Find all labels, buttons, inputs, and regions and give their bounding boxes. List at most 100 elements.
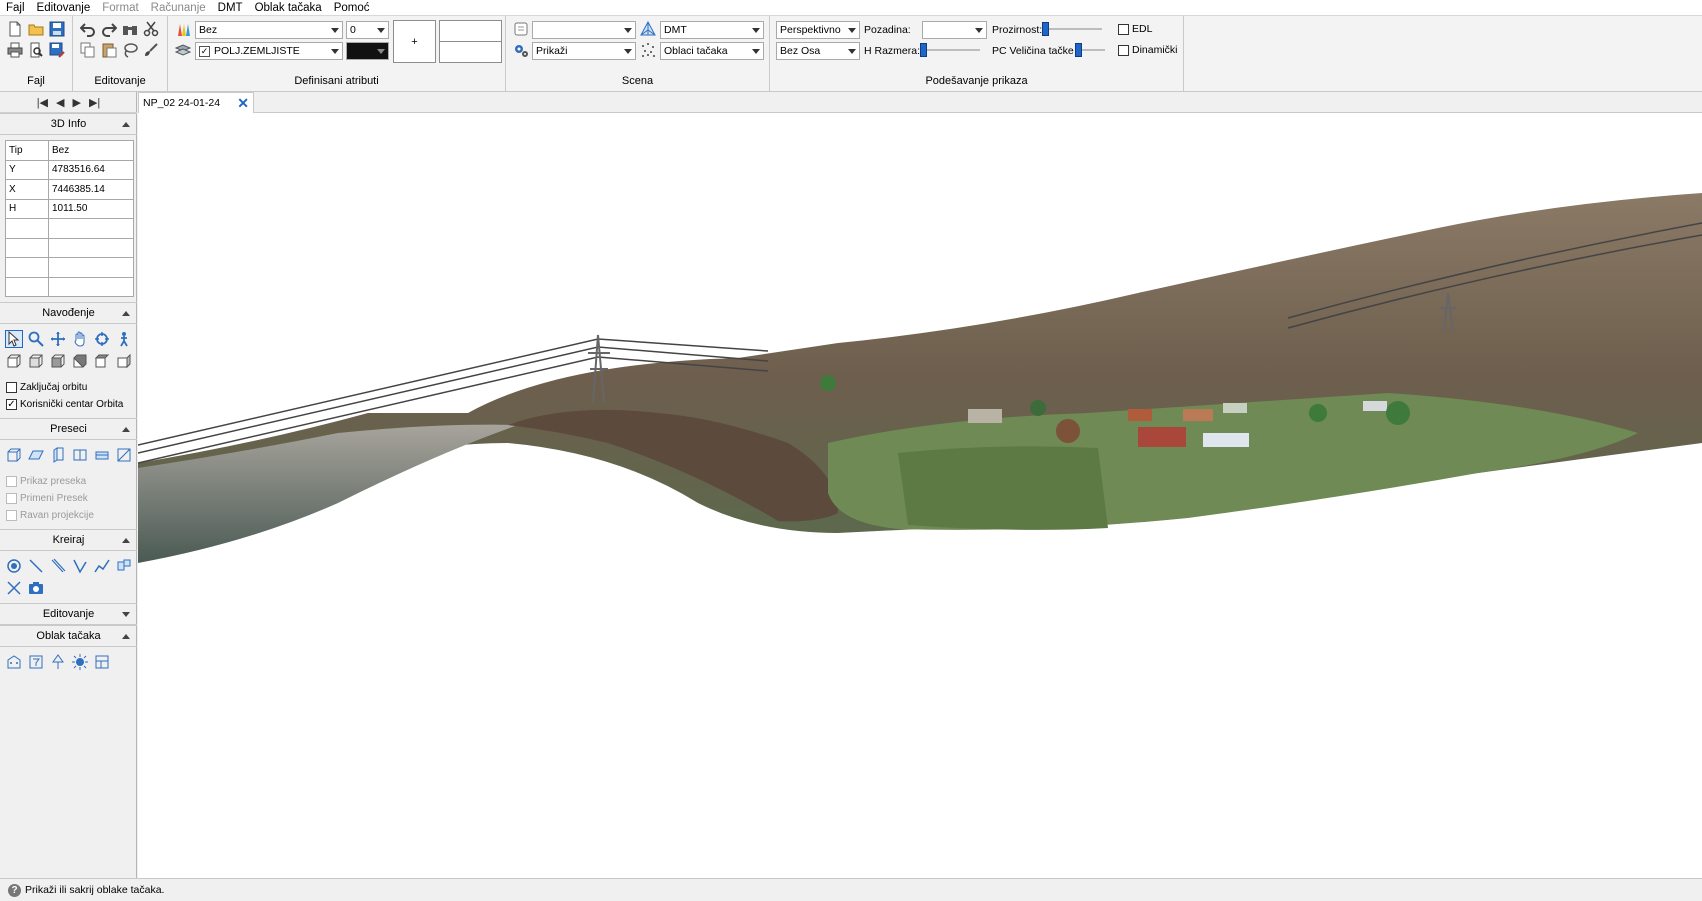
collapse-icon[interactable]	[122, 634, 130, 639]
prikazi-combo[interactable]: Prikaži	[532, 42, 636, 60]
cloud-filter-icon[interactable]	[27, 653, 45, 671]
pencils-icon[interactable]	[174, 20, 192, 38]
collapse-icon[interactable]	[122, 427, 130, 432]
section-oblak-tacaka-header[interactable]: Oblak tačaka	[0, 625, 137, 647]
view-front-icon[interactable]	[5, 352, 23, 370]
polyline-create-icon[interactable]	[93, 557, 111, 575]
number-combo[interactable]: 0	[346, 21, 389, 39]
print-preview-icon[interactable]	[27, 41, 45, 59]
view-back-icon[interactable]	[27, 352, 45, 370]
camera-icon[interactable]	[27, 579, 45, 597]
hand-icon[interactable]	[71, 330, 89, 348]
menu-item-oblak-tacaka[interactable]: Oblak tačaka	[255, 2, 322, 14]
cloud-sun-icon[interactable]	[71, 653, 89, 671]
apply-section-checkbox[interactable]: Primeni Presek	[6, 493, 88, 504]
next-record-icon[interactable]: ▶	[73, 96, 81, 109]
cloud-export-icon[interactable]	[93, 653, 111, 671]
last-record-icon[interactable]: ▶|	[89, 96, 100, 109]
select-pointer-icon[interactable]	[5, 330, 23, 348]
expand-icon[interactable]	[122, 612, 130, 617]
section-editovanje-header[interactable]: Editovanje	[0, 603, 137, 625]
collapse-icon[interactable]	[122, 311, 130, 316]
undo-icon[interactable]	[79, 20, 97, 38]
point-create-icon[interactable]	[5, 557, 23, 575]
section-clip-icon[interactable]	[115, 446, 133, 464]
h-scale-slider[interactable]	[920, 43, 980, 57]
menu-item-pomoc[interactable]: Pomoć	[334, 2, 370, 14]
layer-color-combo[interactable]	[346, 42, 389, 60]
layers-icon[interactable]	[174, 41, 192, 59]
close-icon[interactable]: ✕	[237, 95, 249, 112]
section-preseci-header[interactable]: Preseci	[0, 418, 137, 440]
pan-icon[interactable]	[49, 330, 67, 348]
projection-plane-checkbox[interactable]: Ravan projekcije	[6, 510, 94, 521]
menu-item-fajl[interactable]: Fajl	[6, 2, 25, 14]
dmt-pyramid-icon[interactable]	[639, 20, 657, 38]
menu-item-racunanje[interactable]: Računanje	[151, 2, 206, 14]
projection-combo[interactable]: Perspektivno	[776, 21, 860, 39]
dmt-combo[interactable]: DMT	[660, 21, 764, 39]
axes-combo[interactable]: Bez Osa	[776, 42, 860, 60]
background-combo[interactable]	[922, 21, 987, 39]
show-section-checkbox[interactable]: Prikaz preseka	[6, 476, 86, 487]
view-bottom-icon[interactable]	[115, 352, 133, 370]
menu-item-editovanje[interactable]: Editovanje	[37, 2, 91, 14]
add-attribute-button[interactable]: +	[393, 20, 436, 63]
3d-viewport[interactable]	[138, 113, 1702, 878]
scene-top-combo[interactable]	[532, 21, 636, 39]
copy-icon[interactable]	[79, 41, 97, 59]
previous-record-icon[interactable]: ◀	[56, 96, 64, 109]
layer-combo[interactable]: ✓ POLJ.ZEMLJISTE	[195, 42, 343, 60]
brush-icon[interactable]	[142, 41, 160, 59]
collapse-icon[interactable]	[122, 122, 130, 127]
new-file-icon[interactable]	[6, 20, 24, 38]
redo-icon[interactable]	[100, 20, 118, 38]
point-cloud-icon[interactable]	[639, 41, 657, 59]
cloud-tree-icon[interactable]	[49, 653, 67, 671]
view-top-icon[interactable]	[93, 352, 111, 370]
section-vertical-icon[interactable]	[49, 446, 67, 464]
point-size-slider[interactable]	[1075, 43, 1105, 57]
section-3d-info-header[interactable]: 3D Info	[0, 113, 137, 135]
section-split-icon[interactable]	[71, 446, 89, 464]
line-create-icon[interactable]	[27, 557, 45, 575]
dynamic-checkbox[interactable]: Dinamički	[1118, 44, 1178, 56]
binoculars-icon[interactable]	[121, 20, 139, 38]
menu-item-dmt[interactable]: DMT	[218, 2, 243, 14]
menu-item-format[interactable]: Format	[102, 2, 138, 14]
section-box-icon[interactable]	[5, 446, 23, 464]
open-folder-icon[interactable]	[27, 20, 45, 38]
collapse-icon[interactable]	[122, 538, 130, 543]
section-slice-icon[interactable]	[93, 446, 111, 464]
cloud-classify-icon[interactable]	[5, 653, 23, 671]
scene-document-icon[interactable]	[512, 20, 530, 38]
first-record-icon[interactable]: |◀	[37, 96, 48, 109]
style-combo[interactable]: Bez	[195, 21, 343, 39]
scene-settings-gears-icon[interactable]	[512, 41, 530, 59]
angle-create-icon[interactable]	[71, 557, 89, 575]
user-orbit-center-checkbox[interactable]: ✓ Korisnički centar Orbita	[6, 399, 123, 410]
save-as-icon[interactable]	[48, 41, 66, 59]
section-navigation-header[interactable]: Navođenje	[0, 302, 137, 324]
view-right-icon[interactable]	[71, 352, 89, 370]
print-icon[interactable]	[6, 41, 24, 59]
zoom-icon[interactable]	[27, 330, 45, 348]
walk-person-icon[interactable]	[115, 330, 133, 348]
lock-orbit-checkbox[interactable]: Zaključaj orbitu	[6, 382, 87, 393]
lasso-icon[interactable]	[121, 41, 139, 59]
point-clouds-combo[interactable]: Oblaci tačaka	[660, 42, 764, 60]
polygon-create-icon[interactable]	[115, 557, 133, 575]
save-icon[interactable]	[48, 20, 66, 38]
section-kreiraj-header[interactable]: Kreiraj	[0, 529, 137, 551]
layer-visible-checkbox[interactable]: ✓	[199, 45, 210, 57]
document-tab[interactable]: NP_02 24-01-24 ✕	[138, 92, 254, 113]
transparency-slider[interactable]	[1042, 22, 1102, 36]
intersection-create-icon[interactable]	[5, 579, 23, 597]
cut-icon[interactable]	[142, 20, 160, 38]
orbit-icon[interactable]	[93, 330, 111, 348]
view-left-icon[interactable]	[49, 352, 67, 370]
paste-icon[interactable]	[100, 41, 118, 59]
double-line-create-icon[interactable]	[49, 557, 67, 575]
edl-checkbox[interactable]: EDL	[1118, 23, 1152, 35]
section-plane-icon[interactable]	[27, 446, 45, 464]
